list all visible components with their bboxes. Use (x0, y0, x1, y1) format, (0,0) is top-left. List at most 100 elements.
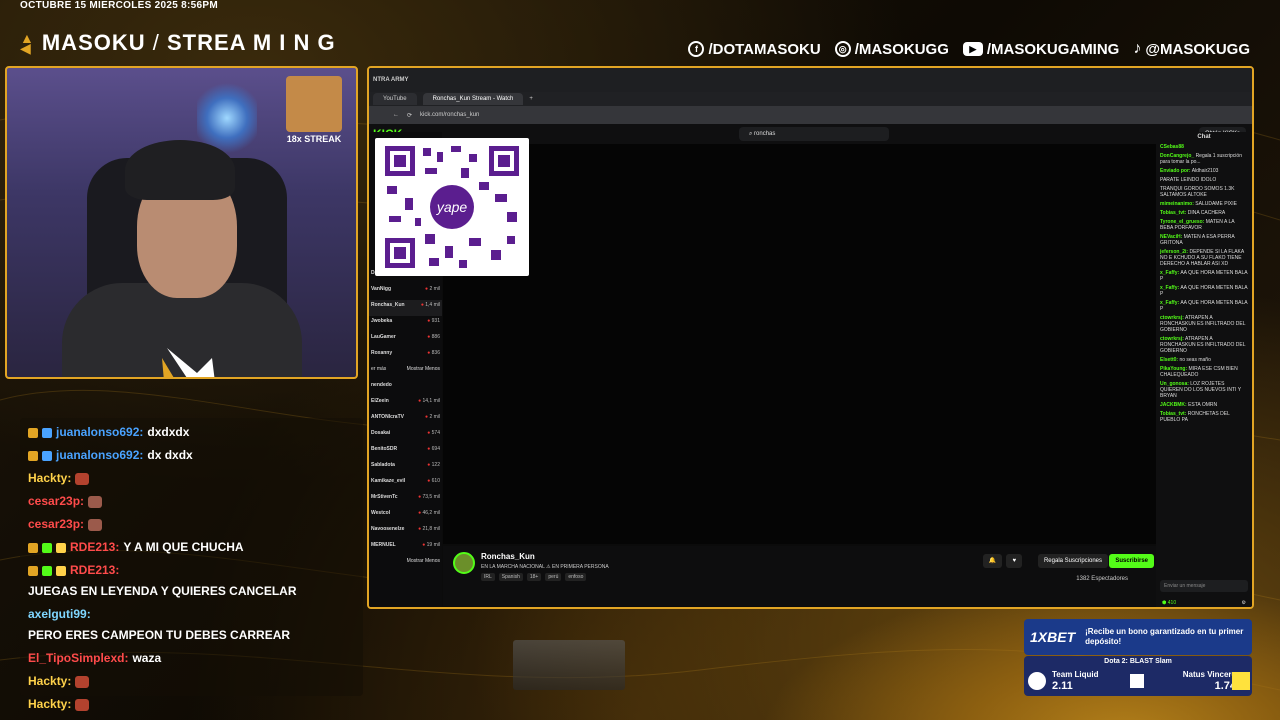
brand-suffix: STREA M I N G (167, 30, 336, 55)
chat-message: El_TipoSimplexd: waza (28, 650, 355, 667)
url-text[interactable]: kick.com/ronchas_kun (420, 112, 479, 118)
channel-name[interactable]: Ronchas_Kun (481, 552, 535, 561)
video-player[interactable] (443, 144, 1158, 544)
badge-icon (28, 450, 38, 461)
social-label: /MASOKUGG (854, 40, 949, 58)
reload-icon[interactable]: ⟳ (407, 112, 412, 119)
tag[interactable]: Spanish (498, 573, 523, 581)
viewer-count: 1382 Espectadores (1076, 576, 1128, 582)
sidebar-channel[interactable]: ElZeein14,1 mil (369, 396, 442, 412)
sidebar-channel[interactable]: Westcol46,2 mil (369, 508, 442, 524)
chat-user: Hackty: (28, 471, 72, 485)
emote-icon (75, 675, 90, 688)
chat-user: RDE213: (70, 563, 120, 577)
mascot-logo-icon (162, 348, 215, 377)
sidebar-more[interactable]: Mostrar Menos (369, 556, 442, 572)
chat-text: dxdxdx (147, 425, 190, 439)
chat-user: juanalonso692: (56, 448, 144, 462)
chat-message: RDE213: JUEGAS EN LEYENDA Y QUIERES CANC… (28, 562, 355, 600)
sponsor-text: ¡Recibe un bono garantizado en tu primer… (1085, 627, 1244, 646)
crown-icon (28, 542, 38, 553)
chat-message: TRANQUI GORDO SOMOS 1.3K SALTAMOS ALTOKE (1160, 186, 1235, 198)
chat-message: Tobias_tvt: RONCHETAS DEL PUEBLO PA (1160, 411, 1230, 423)
chat-message: mimeinanimo: SALUDAME PIXIE (1160, 201, 1237, 207)
tab-kick[interactable]: Ronchas_Kun Stream - Watch (422, 93, 524, 105)
address-bar[interactable]: ← ⟳ kick.com/ronchas_kun (369, 106, 1252, 124)
tab-youtube[interactable]: YouTube (373, 93, 417, 105)
sidebar-more[interactable]: er más Mostrar Menos (369, 364, 442, 380)
subscribe-button[interactable]: Suscribirse (1109, 554, 1154, 568)
sponsor-logo: 1XBET (1030, 629, 1076, 645)
channel-avatar[interactable] (453, 552, 475, 574)
chat-message: Hackty: (28, 673, 355, 690)
chat-input[interactable]: Enviar un mensaje (1160, 580, 1248, 592)
streak-label: 18x STREAK (286, 134, 342, 144)
date-label: OCTUBRE 15 MIERCOLES 2025 8:56PM (20, 0, 218, 11)
team-a-name: Team Liquid (1052, 670, 1099, 679)
chat-message: x_Faffy: AA QUE HORA METEN BALA P (1160, 285, 1248, 297)
heart-icon[interactable]: ♥ (1006, 554, 1022, 568)
sidebar-channel[interactable]: LauGamer886 (369, 332, 442, 348)
streamer-cap (125, 140, 235, 200)
chat-message: Tyrone_el_grueso: MATEN A LA BEBA PORFAV… (1160, 219, 1235, 231)
chat-user: juanalonso692: (56, 425, 144, 439)
sidebar-channel[interactable]: Ronchas_Kun1,4 mil (369, 300, 442, 316)
sidebar-channel[interactable]: MrStivenTc73,5 mil (369, 492, 442, 508)
logo-arrows-icon: ▲ ◀ (20, 30, 34, 56)
tag[interactable]: 18+ (526, 573, 542, 581)
chat-text: dx dxdx (147, 448, 193, 462)
badge-icon (42, 542, 52, 553)
sidebar-channel[interactable]: MERNUEL19 mil (369, 540, 442, 556)
chat-user: cesar23p: (28, 494, 85, 508)
social-instagram: ◎ /MASOKUGG (834, 40, 949, 58)
media-widget (513, 640, 625, 690)
instagram-icon: ◎ (834, 41, 851, 57)
sidebar-channel[interactable]: Kamikaze_evil610 (369, 476, 442, 492)
sidebar-channel[interactable]: ANTONIcraTV2 mil (369, 412, 442, 428)
facebook-icon: f (688, 41, 705, 57)
chat-message: x_Faffy: AA QUE HORA METEN BALA P (1160, 270, 1248, 282)
stream-info: Ronchas_Kun EN LA MARCHA NACIONAL ⚠ EN P… (443, 546, 1158, 606)
bell-icon[interactable]: 🔔 (982, 554, 1002, 568)
search-input[interactable]: ⌕ ronchas (739, 127, 889, 141)
sidebar-channel[interactable]: BenitoSDR694 (369, 444, 442, 460)
points-counter: ⬢ 410 (1162, 600, 1177, 606)
new-tab-icon[interactable]: + (529, 96, 533, 102)
badge-icon (42, 450, 52, 461)
sidebar-channel[interactable]: Roxanny836 (369, 348, 442, 364)
sidebar-channel[interactable]: Jwobeka931 (369, 316, 442, 332)
sidebar-channel[interactable]: Dosakai574 (369, 428, 442, 444)
streak-widget: 18x STREAK (284, 76, 344, 144)
chat-text: JUEGAS EN LEYENDA Y QUIERES CANCELAR (28, 584, 297, 598)
sidebar-channel[interactable]: Navoosenelze21,8 mil (369, 524, 442, 540)
tag[interactable]: enfoso (565, 573, 587, 581)
chat-message: cesar23p: (28, 516, 355, 533)
chat-message: x_Faffy: AA QUE HORA METEN BALA P (1160, 300, 1248, 312)
emote-icon (75, 472, 90, 485)
chat-text: Y A MI QUE CHUCHA (123, 540, 244, 554)
chat-message: ctowrkrsj: ATRAPEN A RONCHASKUN ES INFIL… (1160, 315, 1246, 333)
team-b-name: Natus Vincere (1182, 670, 1236, 679)
back-icon[interactable]: ← (393, 112, 399, 118)
badge-icon (28, 427, 38, 438)
sidebar-channel[interactable]: Sabladota122 (369, 460, 442, 476)
social-facebook: f /DOTAMASOKU (688, 40, 821, 58)
stream-title: EN LA MARCHA NACIONAL ⚠ EN PRIMERA PERSO… (481, 564, 609, 570)
gift-subs-button[interactable]: Regala Suscripciones (1037, 554, 1108, 568)
chat-user: Hackty: (28, 697, 72, 711)
chat-overlay: juanalonso692: dxdxdx juanalonso692: dx … (20, 418, 363, 711)
tag[interactable]: perú (545, 573, 562, 581)
webcam-feed: 18x STREAK (5, 66, 358, 379)
sidebar-channel[interactable]: VanNigg2 mil (369, 284, 442, 300)
badge-icon (56, 565, 66, 576)
tag[interactable]: IRL (481, 573, 495, 581)
sidebar-top-label: NTRA ARMY (373, 77, 409, 83)
chat-text: PERO ERES CAMPEON TU DEBES CARREAR (28, 628, 291, 642)
emote-icon (88, 518, 103, 531)
qr-code: yape (375, 138, 529, 276)
settings-icon[interactable]: ⚙ (1242, 600, 1246, 606)
chat-message: ctowrkrsj: ATRAPEN A RONCHASKUN ES INFIL… (1160, 336, 1246, 354)
streak-image (286, 76, 342, 132)
chat-message: NEVaciH: MATEN A ESA PERRA GRITONA (1160, 234, 1235, 246)
browser-tabs: YouTube Ronchas_Kun Stream - Watch + (369, 92, 1252, 106)
